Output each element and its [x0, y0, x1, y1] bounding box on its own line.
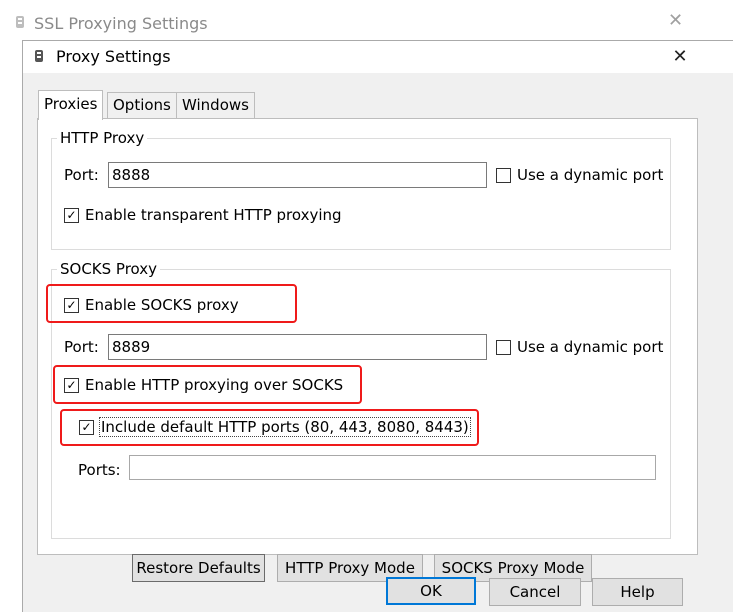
enable-socks-checkbox[interactable]: ✓: [64, 298, 79, 313]
ports-label: Ports:: [78, 461, 121, 479]
dialog-titlebar: Proxy Settings ✕: [23, 41, 733, 73]
http-proxy-group: [51, 138, 671, 250]
http-dynamic-port-checkbox[interactable]: [496, 168, 511, 183]
ok-button[interactable]: OK: [386, 577, 476, 605]
socks-port-label: Port:: [64, 338, 99, 356]
socks-port-input[interactable]: 8889: [108, 334, 487, 360]
dialog-title: Proxy Settings: [56, 47, 171, 66]
proxies-tab-panel: HTTP Proxy Port: 8888 Use a dynamic port…: [37, 118, 698, 582]
transparent-proxy-checkbox[interactable]: ✓: [64, 208, 79, 223]
restore-defaults-button[interactable]: Restore Defaults: [132, 554, 265, 582]
http-dynamic-port-label: Use a dynamic port: [517, 166, 664, 184]
http-port-input[interactable]: 8888: [108, 162, 487, 188]
proxy-settings-dialog: Proxy Settings ✕ Proxies Options Windows…: [22, 40, 733, 612]
http-port-label: Port:: [64, 166, 99, 184]
cancel-button[interactable]: Cancel: [489, 578, 581, 606]
help-button[interactable]: Help: [592, 578, 683, 606]
enable-socks-label: Enable SOCKS proxy: [85, 296, 239, 314]
include-default-ports-label: Include default HTTP ports (80, 443, 808…: [99, 417, 471, 437]
background-window-title: SSL Proxying Settings: [34, 14, 208, 33]
http-over-socks-checkbox[interactable]: ✓: [64, 378, 79, 393]
socks-proxy-legend: SOCKS Proxy: [57, 260, 161, 278]
socks-dynamic-port-checkbox[interactable]: [496, 340, 511, 355]
background-close-icon[interactable]: ✕: [668, 12, 683, 30]
http-over-socks-label: Enable HTTP proxying over SOCKS: [85, 376, 344, 394]
ports-input[interactable]: [129, 455, 656, 480]
tab-options[interactable]: Options: [107, 92, 177, 118]
close-icon[interactable]: ✕: [668, 45, 692, 69]
app-icon: [16, 16, 24, 28]
tab-windows[interactable]: Windows: [176, 92, 255, 118]
tab-proxies[interactable]: Proxies: [38, 90, 104, 120]
http-proxy-legend: HTTP Proxy: [57, 129, 148, 147]
include-default-ports-checkbox[interactable]: ✓: [79, 420, 94, 435]
transparent-proxy-label: Enable transparent HTTP proxying: [85, 206, 342, 224]
app-icon: [35, 50, 43, 62]
socks-dynamic-port-label: Use a dynamic port: [517, 338, 664, 356]
